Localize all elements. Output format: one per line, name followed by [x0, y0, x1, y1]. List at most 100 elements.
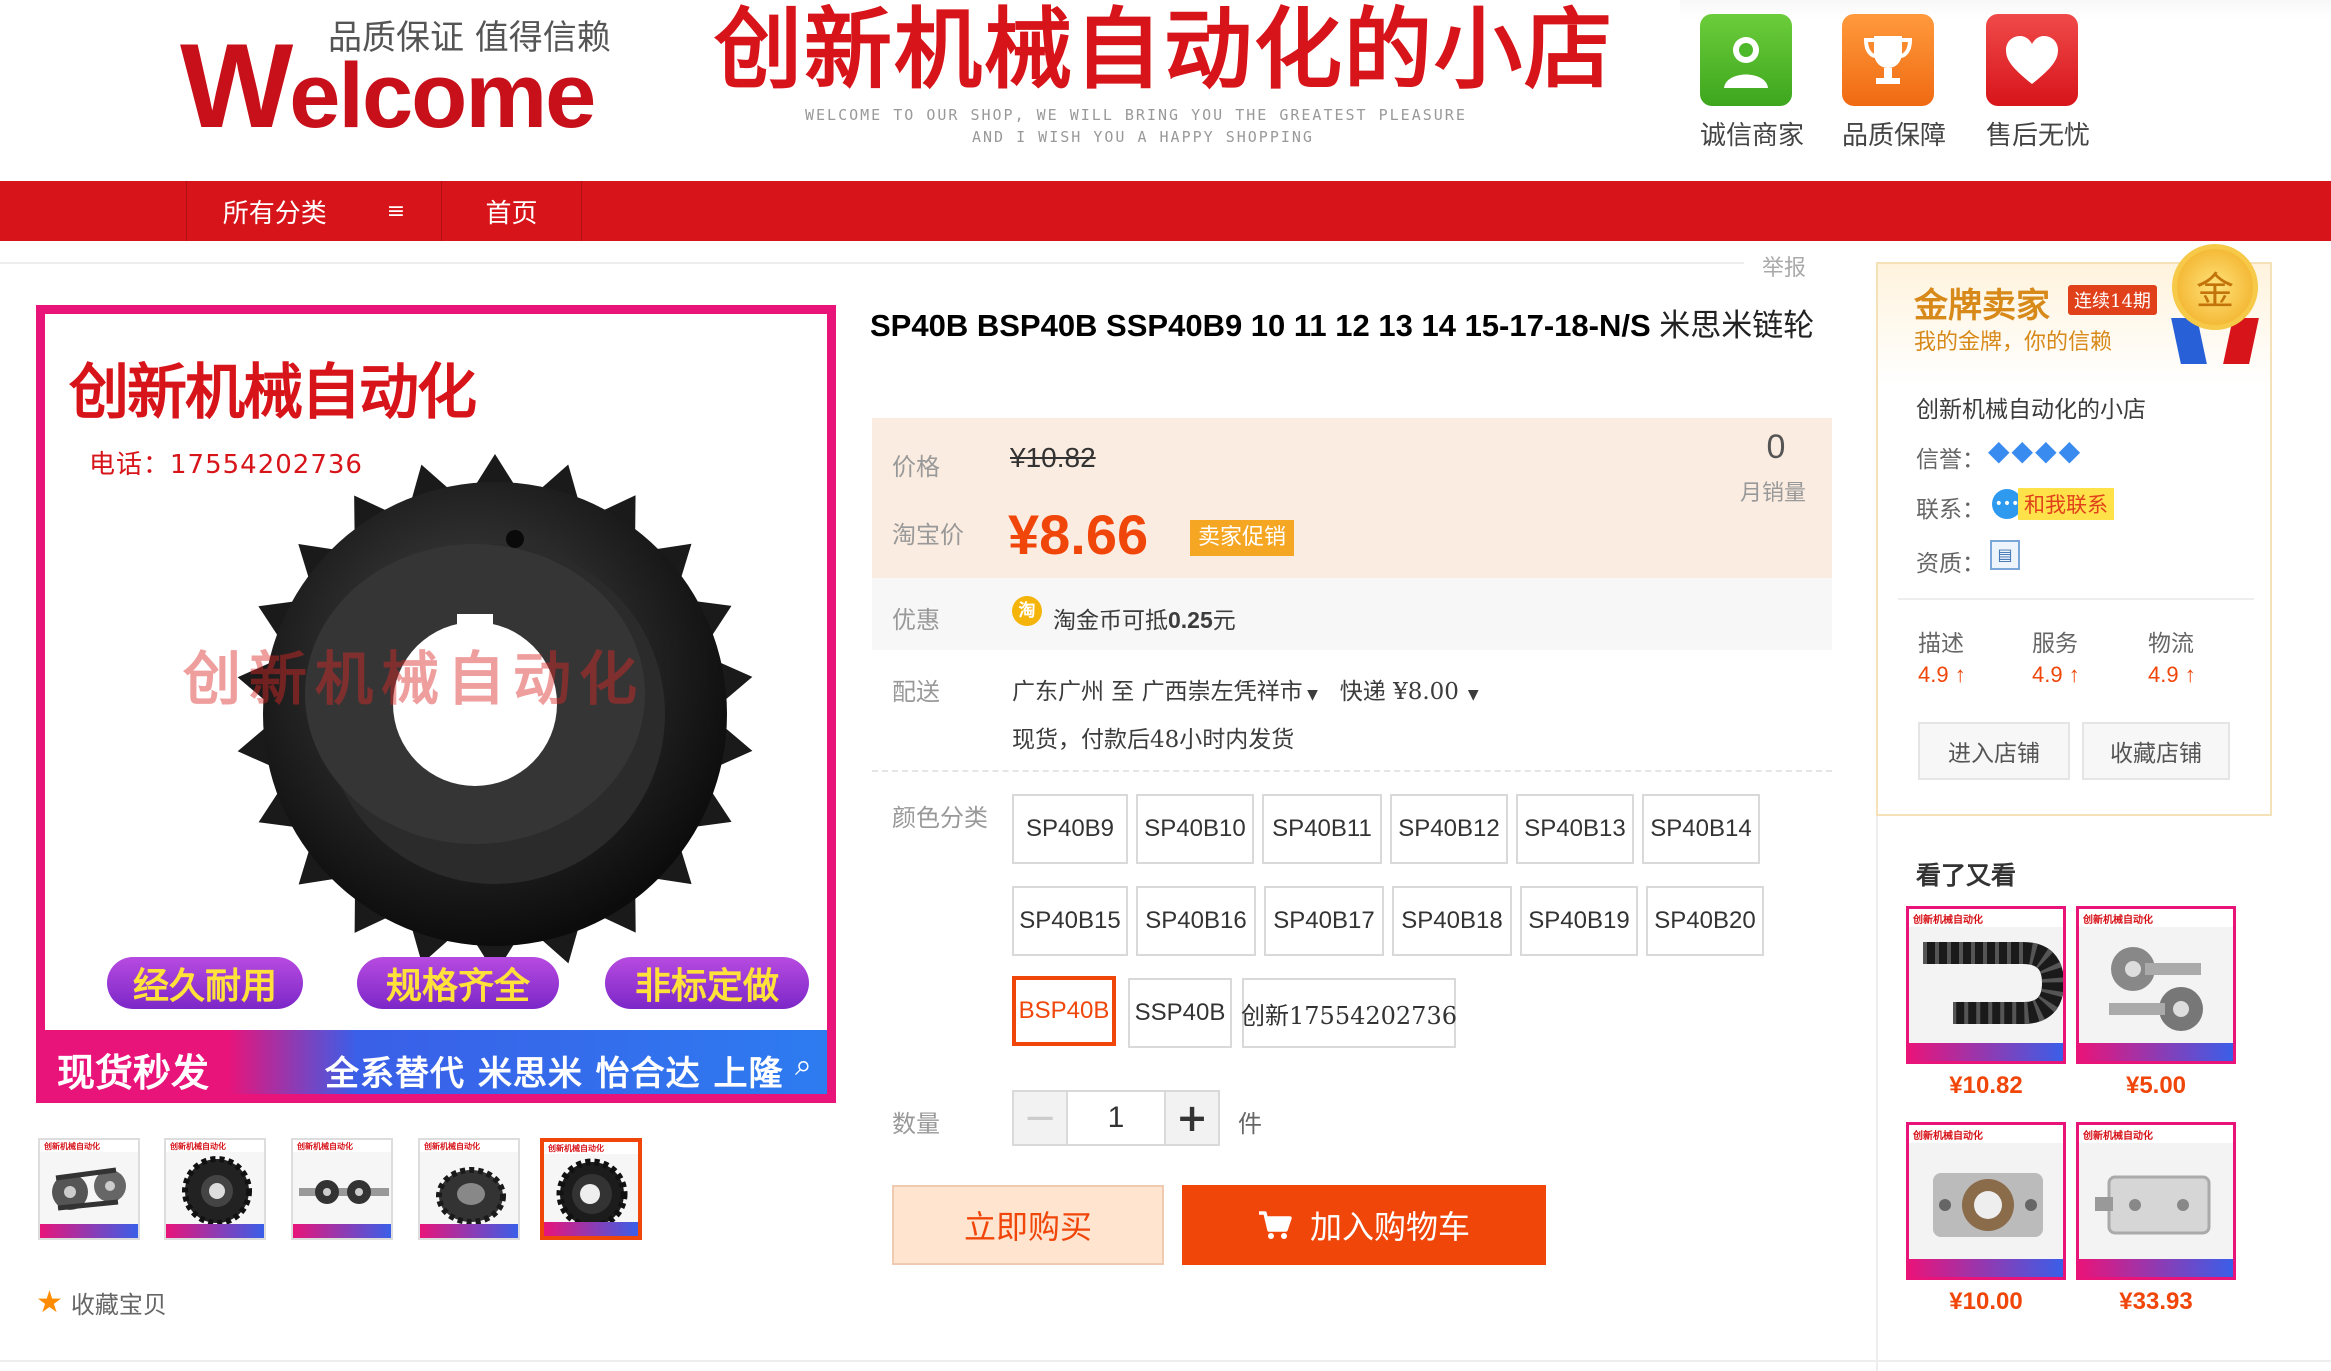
sku-option[interactable]: SP40B11: [1262, 794, 1382, 864]
quantity-label: 数量: [892, 1110, 940, 1138]
heart-icon: [1986, 14, 2078, 106]
sku-option[interactable]: 创新17554202736: [1241, 978, 1457, 1048]
taobao-coin-icon: 淘: [1012, 596, 1042, 626]
contact-seller-button[interactable]: ••• 和我联系: [1992, 488, 2114, 520]
ship-to-dropdown[interactable]: 广西崇左凭祥市 ▼: [1142, 679, 1318, 705]
sku-option[interactable]: SP40B13: [1516, 794, 1634, 864]
promo-pill-durable: 经久耐用: [107, 957, 303, 1009]
favorite-shop-button[interactable]: 收藏店铺: [2082, 722, 2230, 780]
thumbnail-footer: [166, 1224, 264, 1238]
thumbnail-banner-text: 创新机械自动化: [44, 1142, 100, 1151]
report-link[interactable]: 举报: [1762, 250, 1806, 282]
rec-banner-text: 创新机械自动化: [1913, 1131, 1983, 1142]
promo-pill-custom: 非标定做: [605, 957, 809, 1009]
badge-label-aftersale: 售后无忧: [1986, 121, 2091, 151]
sku-option[interactable]: SP40B12: [1390, 794, 1508, 864]
sprocket-row-image: [299, 1180, 389, 1204]
sku-option[interactable]: SP40B10: [1136, 794, 1254, 864]
rec-footer: [2079, 1043, 2233, 1061]
qualification-label: 资质：: [1916, 551, 1985, 577]
favorite-item-button[interactable]: ★ 收藏宝贝: [36, 1285, 167, 1320]
recommended-item-price: ¥10.00: [1949, 1288, 2023, 1315]
sku-option[interactable]: SP40B16: [1136, 886, 1256, 956]
license-icon[interactable]: ▤: [1990, 540, 2020, 570]
coin-text-prefix: 淘金币可抵: [1053, 608, 1168, 634]
quantity-decrease-button[interactable]: −: [1012, 1090, 1068, 1146]
nav-all-categories[interactable]: 所有分类 ≡: [186, 181, 442, 241]
coin-discount-text: 淘金币可抵0.25元: [1053, 601, 1236, 635]
add-to-cart-label: 加入购物车: [1309, 1208, 1470, 1246]
recommended-item-image[interactable]: 创新机械自动化: [1906, 1122, 2066, 1280]
ship-method-dropdown[interactable]: 快递 ¥8.00 ▼: [1340, 679, 1479, 705]
sku-option[interactable]: SP40B14: [1642, 794, 1760, 864]
sku-option[interactable]: SP40B17: [1264, 886, 1384, 956]
dsr-service-label: 服务: [2032, 631, 2078, 657]
welcome-first-letter: W: [180, 19, 293, 153]
color-option-label: 颜色分类: [892, 804, 988, 832]
dsr-service-score: 4.9 ↑: [2032, 662, 2080, 687]
thumbnail-banner-text: 创新机械自动化: [297, 1142, 353, 1151]
recommended-item-image[interactable]: 创新机械自动化: [1906, 906, 2066, 1064]
sku-option[interactable]: SP40B9: [1012, 794, 1128, 864]
user-badge-icon: [1700, 14, 1792, 106]
buy-now-button[interactable]: 立即购买: [892, 1185, 1164, 1265]
promo-tag: 卖家促销: [1190, 520, 1295, 556]
thumbnail-banner-text: 创新机械自动化: [548, 1144, 604, 1153]
thumbnail-footer: [293, 1224, 391, 1238]
right-column-border: [1876, 816, 1878, 1371]
thumbnail-1[interactable]: 创新机械自动化: [38, 1138, 140, 1240]
product-title-name: 米思米链轮: [1659, 308, 1815, 344]
ship-method: 快递 ¥8.00: [1339, 679, 1459, 705]
shop-banner-title: 创新机械自动化的小店: [714, 0, 1615, 101]
quantity-increase-button[interactable]: +: [1164, 1090, 1220, 1146]
sprocket-side-image: [436, 1167, 506, 1225]
image-promo-title: 创新机械自动化: [69, 358, 477, 428]
dsr-logistics-label: 物流: [2148, 631, 2194, 657]
sku-option[interactable]: SP40B15: [1012, 886, 1128, 956]
sku-option[interactable]: SP40B19: [1520, 886, 1638, 956]
shipping-note: 现货，付款后48小时内发货: [1012, 727, 1295, 753]
dsr-description-label: 描述: [1918, 631, 1964, 657]
thumbnail-5[interactable]: 创新机械自动化: [540, 1138, 642, 1240]
rec-banner-text: 创新机械自动化: [2083, 1131, 2153, 1142]
ship-to: 广西崇左凭祥市: [1141, 679, 1303, 705]
thumbnail-2[interactable]: 创新机械自动化: [164, 1138, 266, 1240]
add-to-cart-button[interactable]: 加入购物车: [1182, 1185, 1546, 1265]
seller-shop-name[interactable]: 创新机械自动化的小店: [1916, 390, 2146, 424]
recommended-item-image[interactable]: 创新机械自动化: [2076, 1122, 2236, 1280]
main-product-image[interactable]: 创新机械自动化 电话：17554202736 创新机械自动化 经久耐用 规格齐全…: [36, 305, 836, 1103]
rec-banner-text: 创新机械自动化: [1913, 915, 1983, 926]
ship-from: 广东广州 至: [1012, 679, 1142, 705]
shop-banner-slogan-line1: WELCOME TO OUR SHOP, WE WILL BRING YOU T…: [805, 106, 1467, 124]
original-price: ¥10.82: [1010, 442, 1096, 473]
badge-label-quality: 品质保障: [1842, 121, 1947, 151]
nav-home[interactable]: 首页: [442, 181, 582, 241]
coin-value: 0.25: [1168, 607, 1213, 633]
sku-option-selected[interactable]: BSP40B: [1012, 976, 1116, 1046]
zoom-search-icon[interactable]: ⌕: [795, 1048, 812, 1083]
quantity-input[interactable]: 1: [1066, 1090, 1166, 1146]
contact-seller-label: 和我联系: [2018, 488, 2114, 520]
shipping-label: 配送: [892, 678, 940, 706]
taobao-price-label: 淘宝价: [892, 521, 964, 549]
thumbnail-footer: [40, 1224, 138, 1238]
page-bottom-border: [0, 1360, 2331, 1362]
caret-down-icon: ▼: [1458, 687, 1479, 703]
recommended-item-price: ¥10.82: [1949, 1072, 2023, 1099]
dsr-description-score: 4.9 ↑: [1918, 662, 1966, 687]
cart-icon: [1258, 1211, 1292, 1239]
sku-option[interactable]: SSP40B: [1128, 978, 1232, 1048]
contact-label: 联系：: [1916, 497, 1985, 523]
price-label: 价格: [892, 453, 940, 481]
monthly-sales-label: 月销量: [1740, 481, 1807, 506]
sku-option[interactable]: SP40B18: [1392, 886, 1512, 956]
product-title: SP40B BSP40B SSP40B9 10 11 12 13 14 15-1…: [870, 304, 1830, 348]
thumbnail-3[interactable]: 创新机械自动化: [291, 1138, 393, 1240]
rec-footer: [1909, 1043, 2063, 1061]
thumbnail-4[interactable]: 创新机械自动化: [418, 1138, 520, 1240]
recommended-item-image[interactable]: 创新机械自动化: [2076, 906, 2236, 1064]
thumbnail-footer: [544, 1222, 638, 1236]
enter-shop-button[interactable]: 进入店铺: [1918, 722, 2070, 780]
welcome-rest: elcome: [289, 45, 596, 147]
sku-option[interactable]: SP40B20: [1646, 886, 1764, 956]
